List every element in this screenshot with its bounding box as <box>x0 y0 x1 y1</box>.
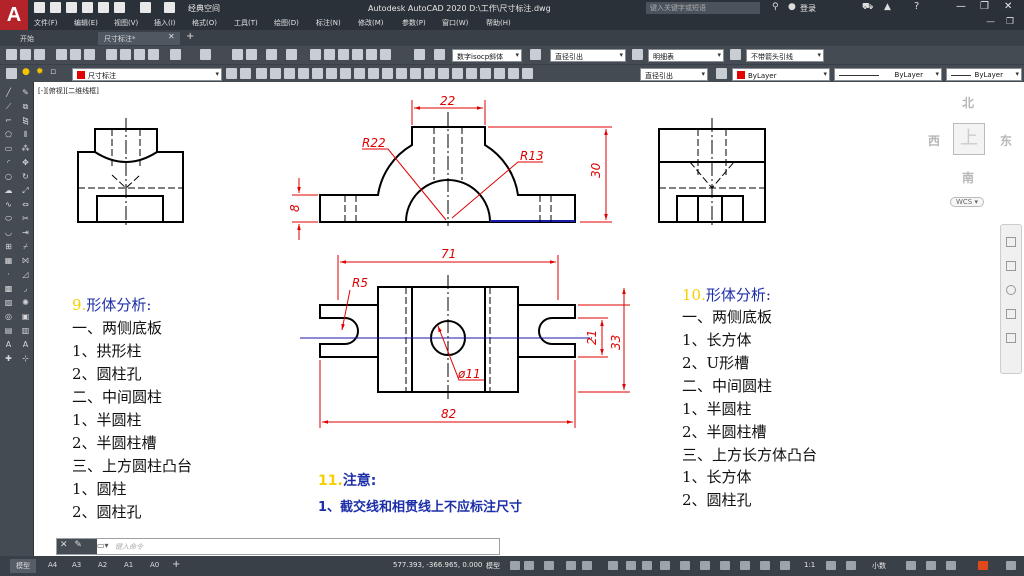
note-9-line: 三、上方圆柱凸台 <box>72 457 193 475</box>
note-9-line: 1、半圆柱 <box>72 411 142 429</box>
dim-22: 22 <box>440 94 455 108</box>
note-9-heading: 9.形体分析: <box>72 296 152 314</box>
note-10-line: 1、长方体 <box>682 468 752 486</box>
front-view-hidden-lines <box>344 112 552 226</box>
annotation-monitor-icon[interactable] <box>846 561 856 570</box>
tab-a1[interactable]: A1 <box>118 559 139 573</box>
top-view-dimension-labels: 71 R5 21 33 ø11 82 <box>352 247 623 421</box>
tab-a4[interactable]: A4 <box>42 559 63 573</box>
top-view-right-plate <box>518 304 576 358</box>
lineweight-toggle-icon[interactable] <box>660 561 670 570</box>
left-view-hidden-lines <box>78 118 183 226</box>
annotation-visibility-icon[interactable] <box>780 561 790 570</box>
dim-phi11: ø11 <box>457 367 481 381</box>
viewcube-top-face[interactable]: 上 <box>953 123 985 155</box>
note-9-line: 2、半圆柱槽 <box>72 434 157 452</box>
front-view-dimensions <box>292 100 612 240</box>
transparency-icon[interactable] <box>680 561 690 570</box>
note-9-line: 一、两侧底板 <box>72 319 163 337</box>
left-view-outline <box>77 128 184 223</box>
note-10-line: 一、两侧底板 <box>682 308 773 326</box>
dim-71: 71 <box>441 247 456 261</box>
navigation-bar[interactable] <box>1000 224 1022 374</box>
infer-icon[interactable] <box>544 561 554 570</box>
osnap-icon[interactable] <box>642 561 652 570</box>
note-11-heading: 11.注意: <box>318 473 377 489</box>
dim-r5: R5 <box>352 276 368 290</box>
model-space-toggle[interactable]: 模型 <box>486 561 500 571</box>
dynamic-ucs-icon[interactable] <box>720 561 730 570</box>
command-input[interactable]: 键入命令 <box>115 542 143 552</box>
tab-model[interactable]: 模型 <box>10 559 36 573</box>
otrack-icon[interactable] <box>626 561 636 570</box>
left-side-view <box>77 128 184 223</box>
top-view-left-plate <box>319 304 378 358</box>
lock-ui-icon[interactable] <box>926 561 936 570</box>
customize-icon[interactable]: ✎ <box>74 540 82 550</box>
viewcube-south[interactable]: 南 <box>962 169 974 186</box>
note-10-line: 2、半圆柱槽 <box>682 423 767 441</box>
steering-wheel-icon[interactable] <box>1006 237 1016 247</box>
workspace-switch-icon[interactable] <box>826 561 836 570</box>
units-readout[interactable]: 小数 <box>872 561 886 571</box>
orbit-nav-icon[interactable] <box>1006 309 1016 319</box>
isodraft-icon[interactable] <box>608 561 618 570</box>
note-10-line: 三、上方长方体凸台 <box>682 446 818 464</box>
dim-30: 30 <box>589 162 603 178</box>
note-10-line: 二、中间圆柱 <box>682 377 773 395</box>
note-9-line: 1、拱形柱 <box>72 342 142 360</box>
add-layout-icon[interactable]: + <box>172 559 180 570</box>
note-10-line: 2、U形槽 <box>682 354 750 372</box>
viewcube-west[interactable]: 西 <box>928 132 940 149</box>
coordinates-readout[interactable]: 577.393, -366.965, 0.000 <box>393 561 482 569</box>
selection-cycling-icon[interactable] <box>700 561 710 570</box>
pan-nav-icon[interactable] <box>1006 261 1016 271</box>
snap-icon[interactable] <box>524 561 534 570</box>
note-10-line: 2、圆柱孔 <box>682 491 752 509</box>
close-command-icon[interactable]: ✕ <box>60 540 68 550</box>
status-bar: 模型 A4 A3 A2 A1 A0 + 577.393, -366.965, 0… <box>0 556 1024 576</box>
note-9-line: 二、中间圆柱 <box>72 388 163 406</box>
customization-icon[interactable] <box>1006 561 1016 570</box>
note-9-line: 2、圆柱孔 <box>72 503 142 521</box>
showmotion-icon[interactable] <box>1006 333 1016 343</box>
autocad-logo[interactable]: A <box>0 0 28 30</box>
note-9-line: 1、圆柱 <box>72 480 127 498</box>
cad-drawing: 22 R22 R13 30 8 71 R5 21 33 ø11 82 <box>77 94 766 428</box>
dim-82: 82 <box>441 407 456 421</box>
viewcube-east[interactable]: 东 <box>1000 132 1012 149</box>
dim-r22: R22 <box>362 136 386 150</box>
wcs-menu[interactable]: WCS ▾ <box>950 197 985 207</box>
tab-a3[interactable]: A3 <box>66 559 87 573</box>
dim-21: 21 <box>585 330 599 345</box>
note-10-heading: 10.形体分析: <box>682 286 771 304</box>
polar-icon[interactable] <box>582 561 592 570</box>
tab-a2[interactable]: A2 <box>92 559 113 573</box>
note-10-line: 1、半圆柱 <box>682 400 752 418</box>
dim-33: 33 <box>609 335 623 350</box>
annotation-scale[interactable]: 1:1 <box>804 561 815 569</box>
command-line[interactable]: ✕ ✎ ▭▾ 键入命令 <box>56 538 500 555</box>
zoom-nav-icon[interactable] <box>1006 285 1016 295</box>
recent-commands-icon[interactable]: ▭▾ <box>97 541 109 550</box>
note-9-line: 2、圆柱孔 <box>72 365 142 383</box>
viewcube-north[interactable]: 北 <box>962 94 974 111</box>
ortho-icon[interactable] <box>566 561 576 570</box>
gizmo-icon[interactable] <box>760 561 770 570</box>
command-line-controls: ✕ ✎ <box>57 539 97 554</box>
note-10-line: 1、长方体 <box>682 331 752 349</box>
dim-r13: R13 <box>520 149 544 163</box>
right-view-slot <box>676 195 744 222</box>
right-view-hidden-lines <box>659 118 765 226</box>
quick-properties-icon[interactable] <box>906 561 916 570</box>
isolate-objects-icon[interactable] <box>946 561 956 570</box>
filter-icon[interactable] <box>740 561 750 570</box>
tab-a0[interactable]: A0 <box>144 559 165 573</box>
dim-8: 8 <box>288 204 302 212</box>
grid-icon[interactable] <box>510 561 520 570</box>
left-view-slot <box>96 195 164 222</box>
ime-icon[interactable] <box>978 561 988 570</box>
note-11-line: 1、截交线和相贯线上不应标注尺寸 <box>318 500 523 515</box>
